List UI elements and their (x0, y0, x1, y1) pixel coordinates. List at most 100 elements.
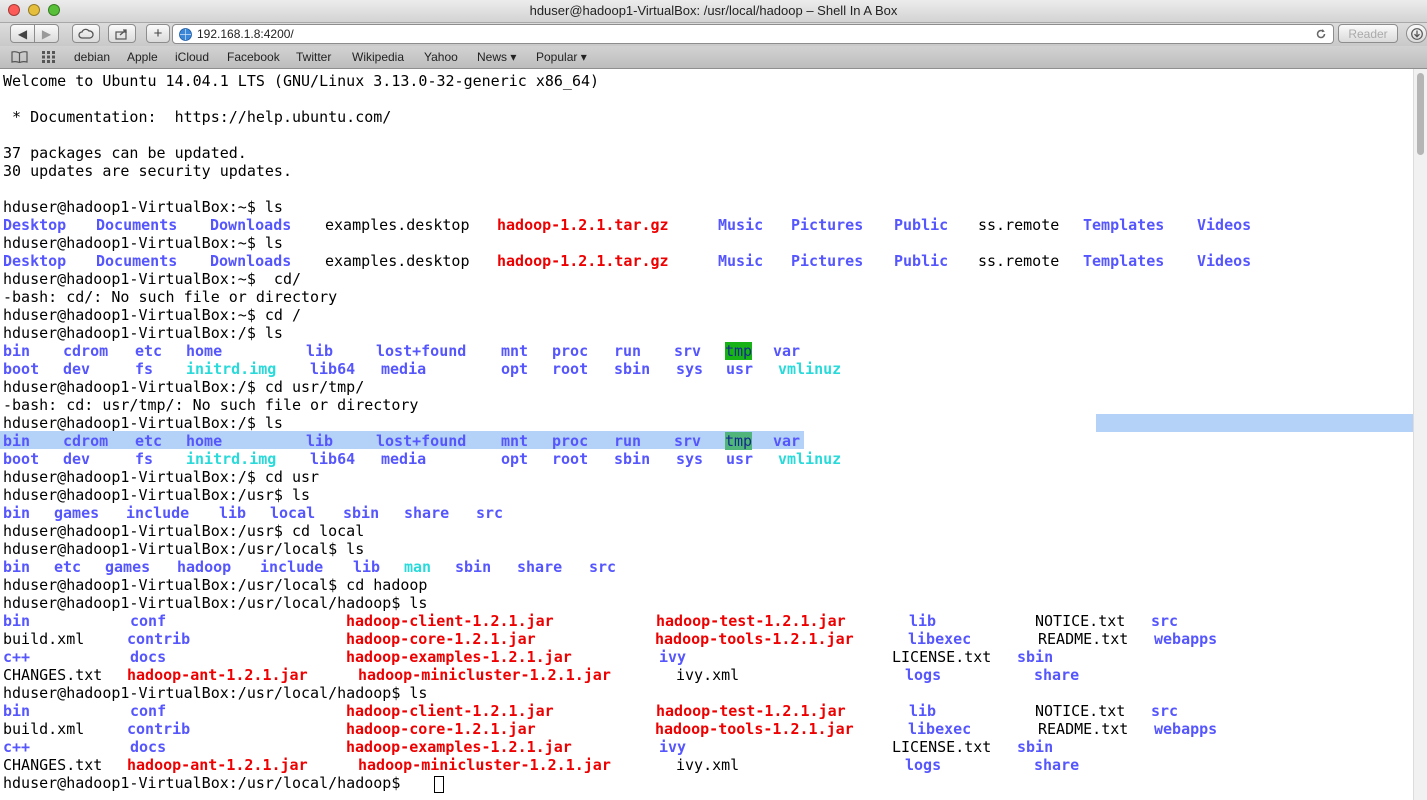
share-button[interactable] (108, 24, 136, 43)
ls-entry-directory: Public (894, 216, 949, 234)
terminal-line: hduser@hadoop1-VirtualBox:/$ cd usr/tmp/ (3, 378, 365, 396)
new-tab-button[interactable]: + (146, 24, 170, 43)
ls-entry-directory: ivy (659, 648, 687, 666)
bookmark-popular-menu[interactable]: Popular ▾ (536, 50, 587, 64)
ls-entry-directory: srv (674, 432, 702, 450)
ls-entry-directory: hadoop (177, 558, 232, 576)
address-bar[interactable]: 192.168.1.8:4200/ (172, 24, 1334, 44)
ls-entry-directory: src (1151, 612, 1179, 630)
ls-entry-jar: hadoop-core-1.2.1.jar (346, 720, 536, 738)
reading-list-icon[interactable] (11, 51, 28, 63)
downloads-button[interactable] (1406, 24, 1427, 43)
ls-entry-directory: usr (726, 360, 754, 378)
ls-entry-directory: run (614, 342, 642, 360)
ls-entry-directory: sbin (343, 504, 380, 522)
ls-entry-file: README.txt (1038, 720, 1129, 738)
ls-entry-directory: sbin (614, 450, 651, 468)
ls-entry-directory: sbin (1017, 738, 1054, 756)
ls-entry-directory: root (552, 360, 589, 378)
ls-entry-symlink: vmlinuz (778, 450, 842, 468)
ls-entry-directory: share (1034, 666, 1080, 684)
bookmark-yahoo[interactable]: Yahoo (424, 50, 458, 64)
terminal-line: hduser@hadoop1-VirtualBox:/$ ls (3, 414, 283, 432)
ls-entry-file: ss.remote (978, 252, 1060, 270)
ls-entry-directory: root (552, 450, 589, 468)
terminal-viewport[interactable]: Welcome to Ubuntu 14.04.1 LTS (GNU/Linux… (0, 69, 1413, 800)
bookmark-twitter[interactable]: Twitter (296, 50, 331, 64)
ls-entry-directory: proc (552, 432, 589, 450)
ls-entry-directory: logs (905, 756, 942, 774)
bookmark-icloud[interactable]: iCloud (175, 50, 209, 64)
ls-entry-jar: hadoop-tools-1.2.1.jar (655, 720, 854, 738)
ls-entry-directory: webapps (1154, 630, 1218, 648)
ls-entry-directory: bin (3, 612, 31, 630)
ls-entry-directory: ivy (659, 738, 687, 756)
ls-entry-directory: lib (219, 504, 247, 522)
vertical-scrollbar[interactable] (1413, 69, 1427, 800)
bookmark-news-menu[interactable]: News ▾ (477, 50, 516, 64)
terminal-line: hduser@hadoop1-VirtualBox:/usr/local/had… (3, 594, 428, 612)
ls-entry-jar: hadoop-core-1.2.1.jar (346, 630, 536, 648)
forward-arrow-icon: ▶ (41, 26, 52, 41)
ls-entry-directory: Music (718, 216, 764, 234)
back-button[interactable]: ◀ (10, 24, 35, 43)
bookmark-wikipedia[interactable]: Wikipedia (352, 50, 404, 64)
ls-entry-directory: Downloads (210, 252, 292, 270)
ls-entry-jar: hadoop-ant-1.2.1.jar (127, 666, 308, 684)
title-bar: hduser@hadoop1-VirtualBox: /usr/local/ha… (0, 0, 1427, 23)
ls-entry-directory: Documents (96, 252, 178, 270)
ls-entry-directory: Videos (1197, 252, 1252, 270)
ls-entry-directory: Documents (96, 216, 178, 234)
ls-entry-jar: hadoop-client-1.2.1.jar (346, 702, 554, 720)
reload-icon[interactable] (1315, 28, 1327, 40)
terminal-line: -bash: cd/: No such file or directory (3, 288, 338, 306)
ls-entry-directory: Desktop (3, 216, 67, 234)
ls-entry-directory: Pictures (791, 216, 864, 234)
ls-entry-directory: bin (3, 702, 31, 720)
ls-entry-directory: bin (3, 504, 31, 522)
cloud-icon (78, 28, 94, 39)
ls-entry-directory: Downloads (210, 216, 292, 234)
ls-entry-file: README.txt (1038, 630, 1129, 648)
ls-entry-jar: hadoop-examples-1.2.1.jar (346, 648, 572, 666)
ls-entry-directory: opt (501, 450, 529, 468)
bookmark-apple[interactable]: Apple (127, 50, 158, 64)
ls-entry-directory: Desktop (3, 252, 67, 270)
ls-entry-directory: local (270, 504, 316, 522)
terminal-line: hduser@hadoop1-VirtualBox:/$ ls (3, 324, 283, 342)
ls-entry-directory: lib64 (310, 360, 356, 378)
terminal-line: hduser@hadoop1-VirtualBox:~$ ls (3, 234, 283, 252)
browser-toolbar: ◀ ▶ + 192.168.1.8:4200/ Reader (0, 23, 1427, 46)
terminal-line: hduser@hadoop1-VirtualBox:/usr/local$ ls (3, 540, 365, 558)
terminal-line: 37 packages can be updated. (3, 144, 247, 162)
reader-button[interactable]: Reader (1338, 24, 1398, 43)
ls-entry-directory: webapps (1154, 720, 1218, 738)
scrollbar-thumb[interactable] (1417, 73, 1424, 155)
ls-entry-directory: logs (905, 666, 942, 684)
bookmark-debian[interactable]: debian (74, 50, 110, 64)
ls-entry-symlink: initrd.img (186, 450, 277, 468)
ls-entry-directory: libexec (908, 630, 972, 648)
plus-icon: + (153, 25, 163, 42)
download-icon (1410, 27, 1423, 40)
ls-entry-directory: sbin (455, 558, 492, 576)
ls-entry-directory: share (517, 558, 563, 576)
ls-entry-directory: Music (718, 252, 764, 270)
ls-entry-sticky-directory: tmp (725, 432, 753, 450)
icloud-tabs-button[interactable] (72, 24, 100, 43)
terminal-line: Welcome to Ubuntu 14.04.1 LTS (GNU/Linux… (3, 72, 600, 90)
ls-entry-jar: hadoop-examples-1.2.1.jar (346, 738, 572, 756)
bookmark-facebook[interactable]: Facebook (227, 50, 280, 64)
ls-entry-directory: run (614, 432, 642, 450)
ls-entry-file: ivy.xml (676, 666, 740, 684)
ls-entry-sticky-directory: tmp (725, 342, 753, 360)
terminal-line: hduser@hadoop1-VirtualBox:~$ cd / (3, 306, 302, 324)
ls-entry-symlink: vmlinuz (778, 360, 842, 378)
ls-entry-directory: c++ (3, 648, 31, 666)
forward-button[interactable]: ▶ (34, 24, 59, 43)
ls-entry-directory: etc (135, 342, 163, 360)
ls-entry-directory: src (1151, 702, 1179, 720)
ls-entry-directory: src (476, 504, 504, 522)
top-sites-icon[interactable] (42, 51, 56, 63)
ls-entry-directory: libexec (908, 720, 972, 738)
